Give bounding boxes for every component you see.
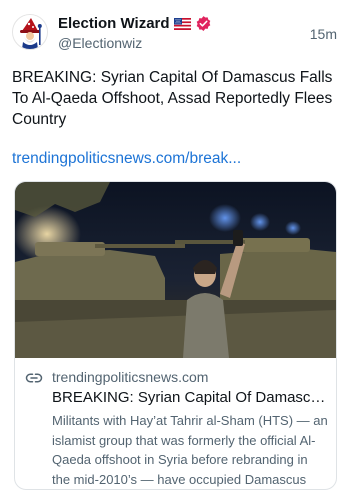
card-body: trendingpoliticsnews.com BREAKING: Syria…	[15, 359, 336, 489]
article-thumbnail-image	[15, 182, 336, 358]
card-domain: trendingpoliticsnews.com	[52, 369, 209, 385]
us-flag-icon	[173, 17, 191, 30]
link-preview-card[interactable]: trendingpoliticsnews.com BREAKING: Syria…	[14, 181, 337, 490]
author-block: Election Wizard @Electionwiz	[58, 13, 288, 51]
post-text: BREAKING: Syrian Capital Of Damascus Fal…	[12, 69, 333, 128]
link-icon	[25, 369, 43, 387]
author-handle[interactable]: @Electionwiz	[58, 35, 288, 51]
post[interactable]: Election Wizard @Electionwiz 15m BREAKIN…	[0, 0, 351, 500]
author-name[interactable]: Election Wizard	[58, 15, 170, 32]
avatar[interactable]	[12, 14, 48, 50]
verified-badge-icon	[195, 15, 212, 32]
card-description: Militants with Hay’at Tahrir al-Sham (HT…	[52, 413, 328, 487]
wizard-avatar-icon	[13, 15, 47, 49]
post-timestamp[interactable]: 15m	[310, 26, 337, 42]
author-name-row: Election Wizard	[58, 13, 288, 33]
post-link[interactable]: trendingpoliticsnews.com/break...	[12, 150, 339, 168]
card-title[interactable]: BREAKING: Syrian Capital Of Damascus Fal…	[52, 389, 326, 406]
post-header: Election Wizard @Electionwiz 15m	[12, 12, 339, 52]
